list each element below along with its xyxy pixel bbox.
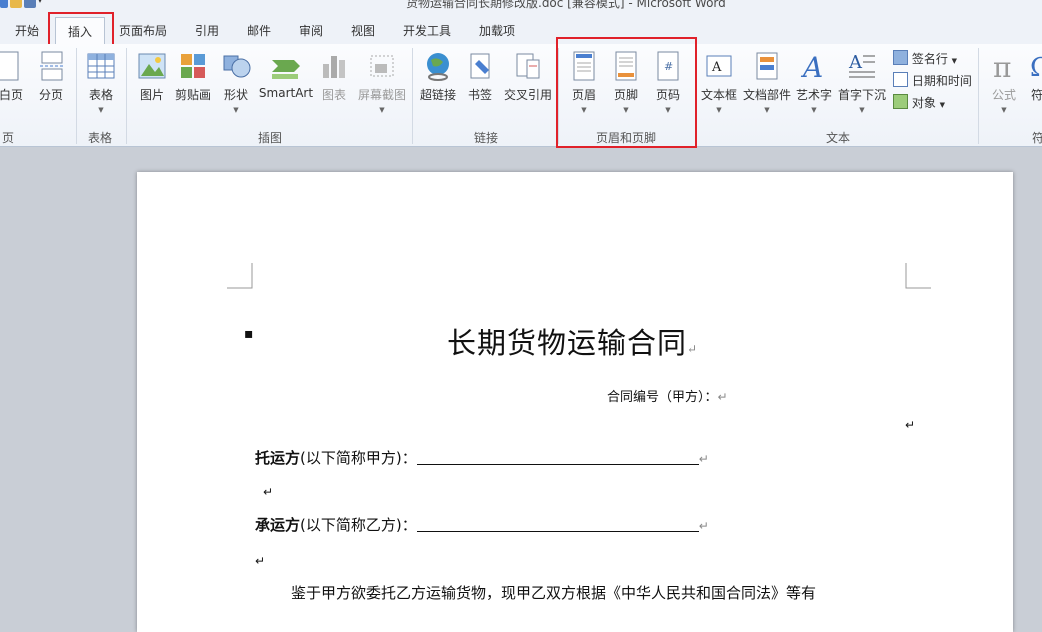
chevron-down-icon: ▼	[859, 106, 865, 114]
tab-addins[interactable]: 加载项	[479, 22, 515, 39]
group-separator	[126, 48, 127, 144]
crop-mark-left	[227, 263, 253, 289]
paragraph-mark: ↵	[255, 554, 266, 568]
carrier-line[interactable]: 承运方(以下简称乙方)： ↵	[255, 514, 709, 535]
group-tables-label: 表格	[88, 131, 113, 145]
chart-icon	[323, 56, 345, 78]
quick-parts-button[interactable]: 文档部件 ▼	[742, 50, 792, 114]
group-separator	[978, 48, 979, 144]
screenshot-button[interactable]: 屏幕截图 ▼	[356, 50, 408, 114]
signature-icon	[893, 50, 908, 65]
paragraph-mark: ↵	[263, 485, 274, 499]
cross-reference-icon	[516, 53, 540, 79]
undo-icon[interactable]	[0, 0, 8, 8]
table-icon	[87, 53, 115, 79]
contract-number-line[interactable]: 合同编号（甲方）：↵	[607, 386, 728, 405]
page-break-icon	[40, 51, 64, 81]
tab-mailings[interactable]: 邮件	[247, 22, 271, 39]
paragraph-mark: ↵	[687, 342, 699, 356]
chevron-down-icon: ▼	[379, 106, 385, 114]
equation-button[interactable]: π 公式 ▼	[986, 50, 1022, 114]
chevron-down-icon: ▼	[1001, 106, 1007, 114]
group-separator	[412, 48, 413, 144]
header-footer-highlight	[556, 37, 697, 148]
date-time-button[interactable]: 日期和时间	[893, 72, 972, 89]
table-button[interactable]: 表格 ▼	[84, 50, 118, 114]
shapes-button[interactable]: 形状 ▼	[220, 50, 252, 114]
signature-line-button[interactable]: 签名行 ▼	[893, 50, 957, 67]
textbox-icon: A	[706, 55, 732, 77]
ribbon-tabs: 开始 插入 页面布局 引用 邮件 审阅 视图 开发工具 加载项	[0, 14, 1042, 45]
bookmark-icon	[470, 53, 490, 79]
paragraph-mark: ↵	[905, 418, 916, 432]
object-icon	[893, 94, 908, 109]
omega-icon: Ω	[1030, 53, 1042, 82]
group-symbols-label: 符	[1032, 131, 1042, 145]
wordart-icon: A	[800, 51, 823, 82]
blank-page-icon	[0, 51, 19, 81]
page-break-button[interactable]: 分页	[34, 50, 68, 103]
group-illustrations-label: 插图	[258, 131, 283, 145]
shipper-blank[interactable]	[416, 450, 699, 465]
group-text-label: 文本	[826, 131, 851, 145]
quick-access-toolbar[interactable]: ▾	[0, 0, 50, 10]
carrier-blank[interactable]	[416, 517, 699, 532]
tab-home[interactable]: 开始	[15, 22, 39, 39]
svg-text:π: π	[993, 51, 1011, 82]
group-separator	[76, 48, 77, 144]
chevron-down-icon: ▼	[764, 106, 770, 114]
smartart-icon	[272, 60, 300, 79]
screenshot-icon	[370, 55, 394, 77]
clipart-button[interactable]: 剪贴画	[174, 50, 212, 103]
picture-icon	[138, 53, 166, 79]
symbol-button[interactable]: Ω 符	[1030, 50, 1042, 103]
cross-reference-button[interactable]: 交叉引用	[502, 50, 554, 103]
tab-references[interactable]: 引用	[195, 22, 219, 39]
smartart-button[interactable]: SmartArt	[258, 50, 314, 100]
window-title: 货物运输合同长期修改版.doc [兼容模式] - Microsoft Word	[406, 0, 726, 10]
save-icon[interactable]	[24, 0, 36, 8]
textbox-button[interactable]: A 文本框 ▼	[700, 50, 738, 114]
document-page[interactable]: ▪ 长期货物运输合同↵ 合同编号（甲方）：↵ ↵ 托运方(以下简称甲方)： ↵ ↵…	[137, 172, 1013, 632]
picture-button[interactable]: 图片	[136, 50, 168, 103]
chevron-down-icon: ▼	[98, 106, 104, 114]
wordart-button[interactable]: A 艺术字 ▼	[796, 50, 832, 114]
tab-view[interactable]: 视图	[351, 22, 375, 39]
ribbon: 白页 分页 页 表格 ▼ 表格 图片 剪贴画 形状 ▼ SmartArt 图表 …	[0, 44, 1042, 147]
tab-page-layout[interactable]: 页面布局	[119, 22, 167, 39]
body-paragraph[interactable]: 鉴于甲方欲委托乙方运输货物，现甲乙双方根据《中华人民共和国合同法》等有	[291, 582, 816, 603]
globe-link-icon	[427, 53, 449, 81]
tab-review[interactable]: 审阅	[299, 22, 323, 39]
shipper-line[interactable]: 托运方(以下简称甲方)： ↵	[255, 447, 709, 468]
svg-text:A: A	[848, 52, 863, 73]
chart-button[interactable]: 图表	[318, 50, 350, 103]
bullet-mark: ▪	[244, 326, 254, 342]
crop-mark-right	[905, 263, 931, 289]
dropcap-button[interactable]: A 首字下沉 ▼	[836, 50, 888, 114]
chevron-down-icon: ▼	[811, 106, 817, 114]
chevron-down-icon: ▼	[716, 106, 722, 114]
svg-text:A: A	[800, 51, 823, 82]
customize-icon[interactable]: ▾	[38, 0, 50, 8]
blank-page-button[interactable]: 白页	[0, 50, 26, 103]
tab-insert-highlight	[48, 12, 114, 48]
svg-text:A: A	[711, 60, 722, 75]
pi-icon: π	[993, 51, 1011, 82]
hyperlink-button[interactable]: 超链接	[418, 50, 458, 103]
open-icon[interactable]	[10, 0, 22, 8]
quick-parts-icon	[756, 52, 778, 80]
clipart-icon	[181, 54, 205, 78]
svg-text:Ω: Ω	[1030, 53, 1042, 82]
bookmark-button[interactable]: 书签	[464, 50, 496, 103]
chevron-down-icon: ▼	[233, 106, 239, 114]
shapes-icon	[223, 55, 251, 78]
title-bar: ▾ 货物运输合同长期修改版.doc [兼容模式] - Microsoft Wor…	[0, 0, 1042, 14]
tab-developer[interactable]: 开发工具	[403, 22, 451, 39]
dropcap-icon: A	[848, 52, 875, 78]
document-title[interactable]: 长期货物运输合同↵	[447, 320, 698, 362]
object-button[interactable]: 对象 ▼	[893, 94, 945, 111]
calendar-icon	[893, 72, 908, 87]
group-links-label: 链接	[474, 131, 499, 145]
group-pages-label: 页	[2, 131, 15, 145]
